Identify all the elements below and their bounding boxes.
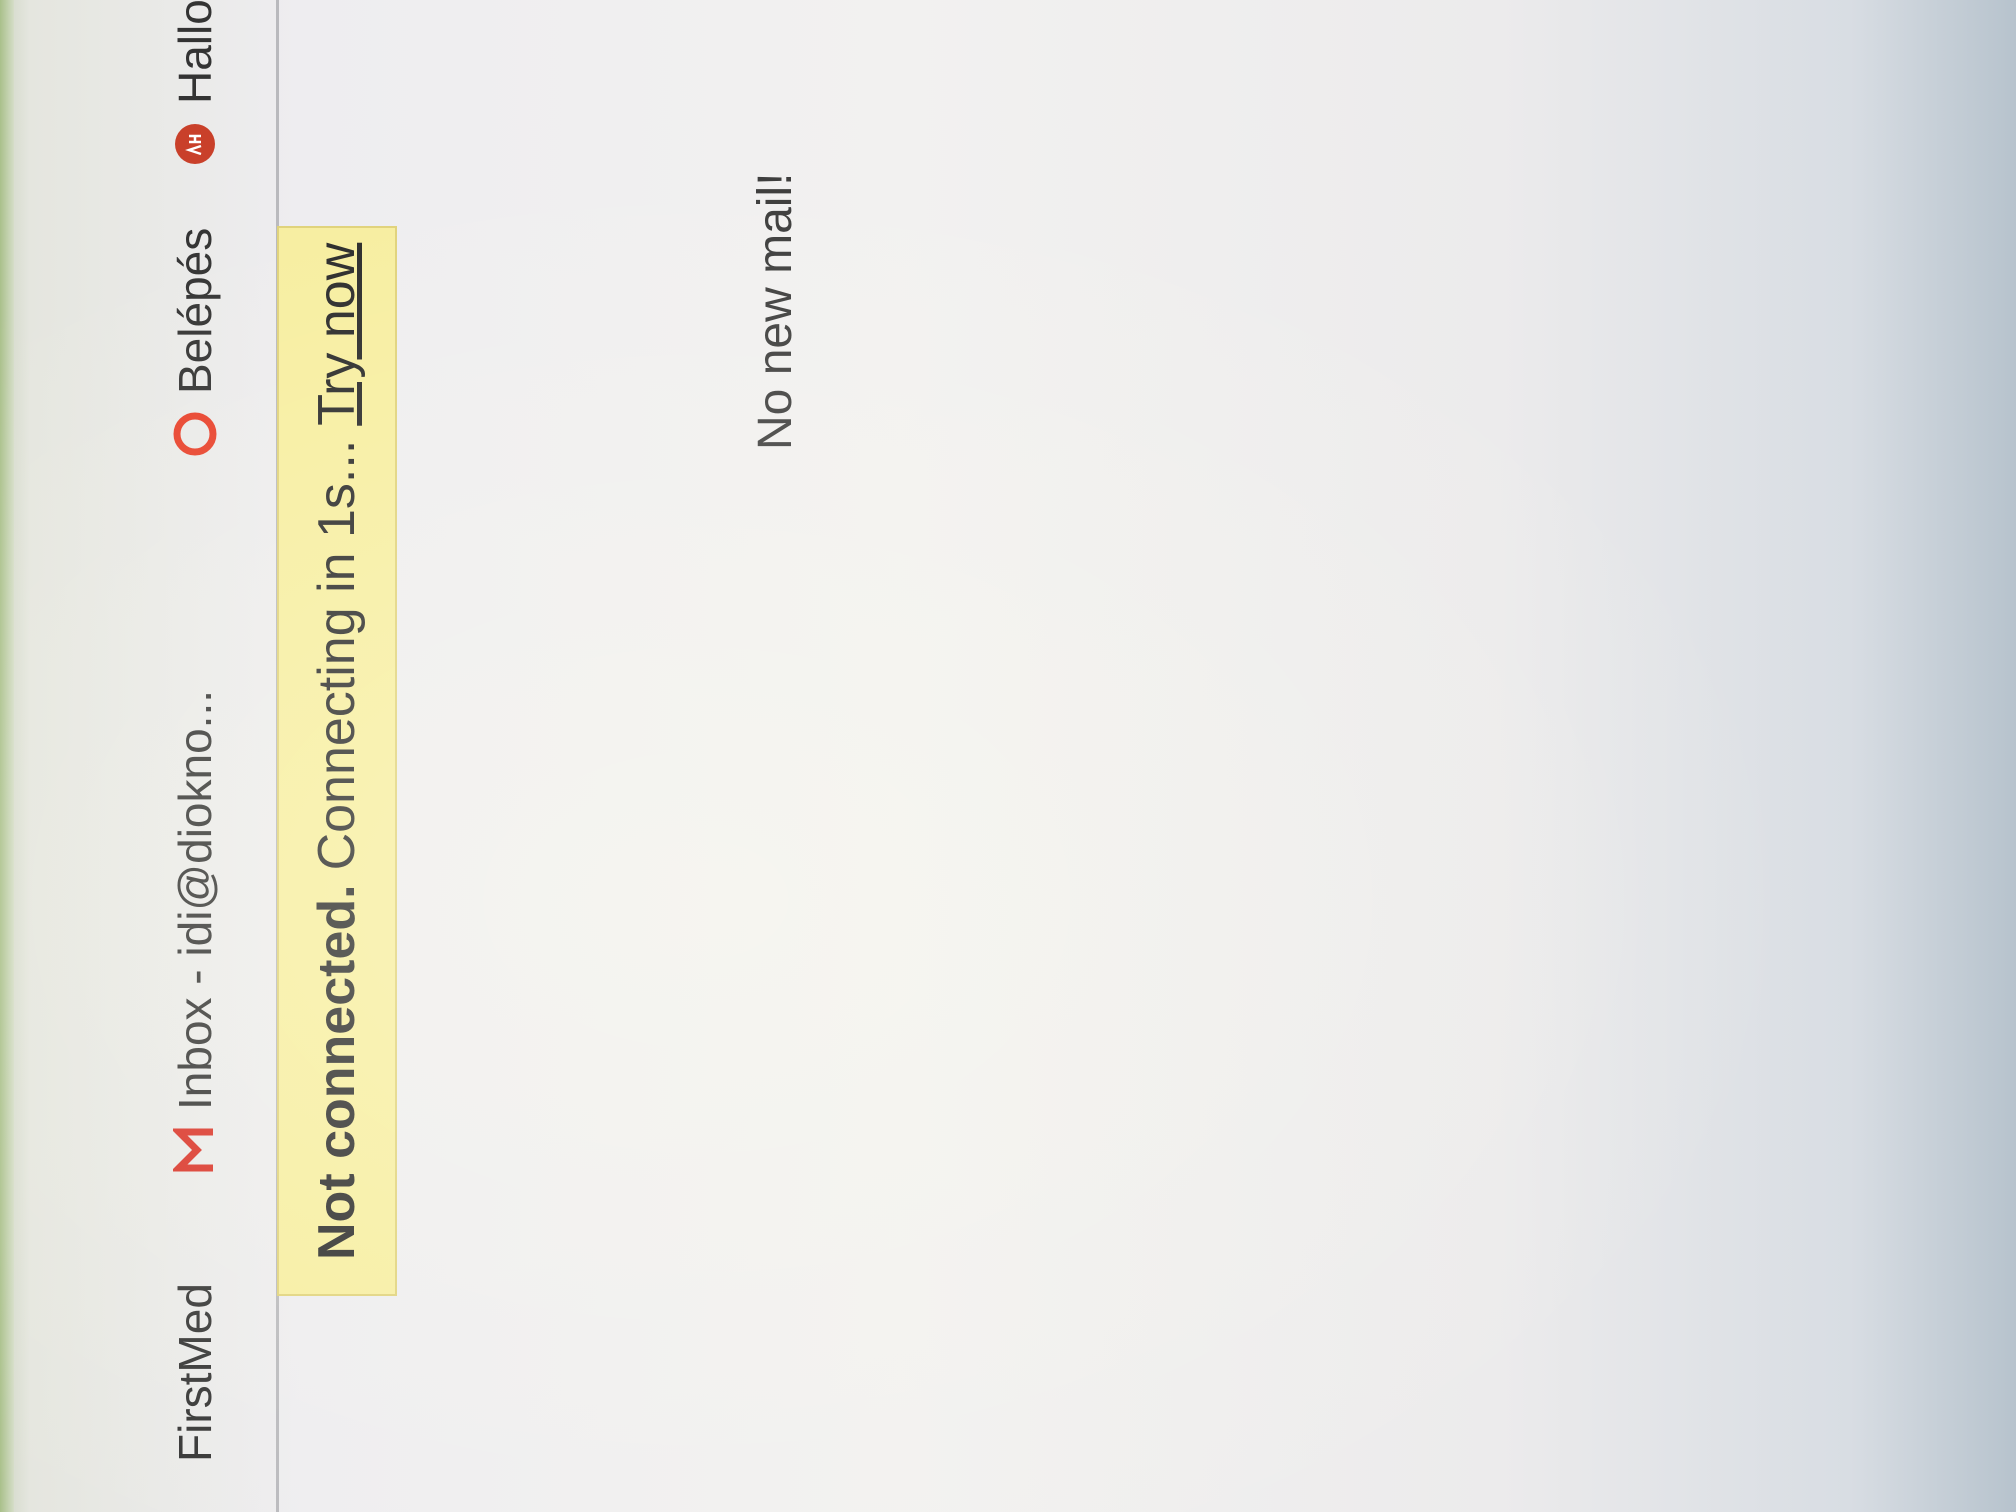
bookmarks-bar: FirstMed Inbox - idi@diokno... Belépés	[0, 0, 279, 1512]
bookmark-firstmed[interactable]: FirstMed	[165, 1283, 225, 1462]
browser-viewport: FirstMed Inbox - idi@diokno... Belépés N…	[0, 0, 2016, 1512]
bookmark-label: Belépés	[169, 227, 221, 394]
bookmark-label: Inbox - idi@diokno...	[169, 689, 221, 1110]
ah-icon	[173, 122, 217, 166]
connection-status-banner: Not connected. Connecting in 1s... Try n…	[277, 226, 397, 1296]
gmail-icon	[173, 1128, 217, 1172]
bookmark-inbox[interactable]: Inbox - idi@diokno...	[165, 690, 225, 1172]
not-connected-status: Not connected.	[308, 884, 366, 1260]
bookmark-halloween[interactable]: Halloween ke	[165, 0, 225, 166]
opera-icon	[173, 412, 217, 456]
screen-photo: FirstMed Inbox - idi@diokno... Belépés N…	[0, 0, 2016, 1512]
reconnect-countdown: Connecting in 1s...	[308, 439, 366, 871]
empty-inbox-message: No new mail!	[749, 172, 802, 450]
try-now-link[interactable]: Try now	[307, 243, 367, 426]
bookmark-label: Halloween ke	[168, 0, 222, 104]
bookmark-belepes[interactable]: Belépés	[165, 228, 225, 456]
bookmark-label: FirstMed	[169, 1283, 221, 1462]
